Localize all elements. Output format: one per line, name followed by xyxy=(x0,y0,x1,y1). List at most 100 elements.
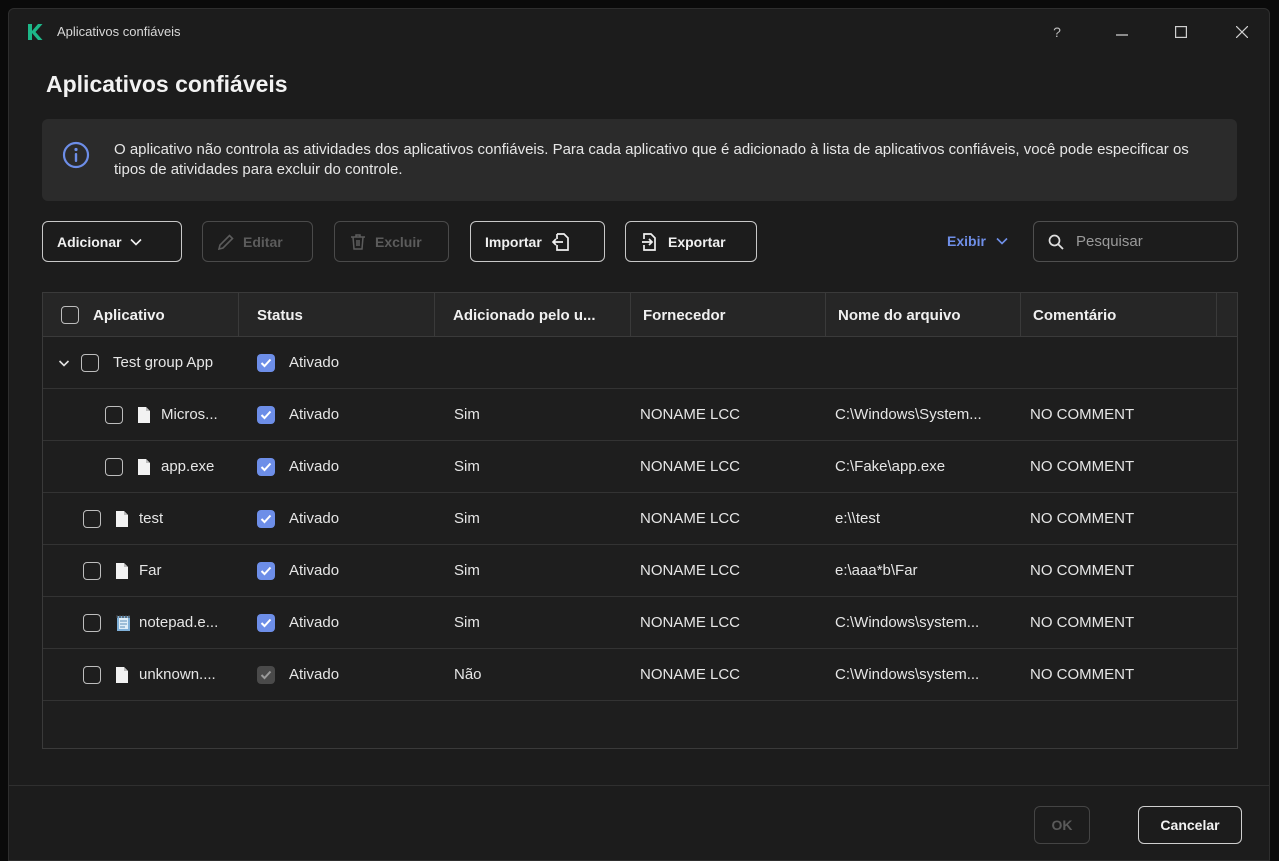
status-checkbox[interactable] xyxy=(257,561,275,580)
vendor: NONAME LCC xyxy=(640,562,741,579)
row-checkbox[interactable] xyxy=(83,613,101,632)
status-text: Ativado xyxy=(289,354,340,371)
title-bar: Aplicativos confiáveis ? xyxy=(9,9,1269,53)
app-name: notepad.e... xyxy=(139,614,219,631)
table-row[interactable]: Far Ativado Sim NONAME LCC e:\aaa*b\Far NO CO… xyxy=(43,545,1237,597)
status-checkbox[interactable] xyxy=(257,353,275,372)
page-title: Aplicativos confiáveis xyxy=(46,71,288,97)
search-input[interactable] xyxy=(1076,233,1216,250)
file-name: e:\aaa*b\Far xyxy=(835,562,918,579)
file-icon xyxy=(115,666,129,684)
row-checkbox[interactable] xyxy=(105,405,123,424)
added-by-user: Não xyxy=(454,666,482,683)
add-button-label: Adicionar xyxy=(57,233,122,250)
vendor: NONAME LCC xyxy=(640,510,741,527)
status-checkbox[interactable] xyxy=(257,405,275,424)
close-button[interactable] xyxy=(1222,17,1262,47)
column-header-comment[interactable]: Comentário xyxy=(1021,293,1217,337)
dialog-window: Aplicativos confiáveis ? Aplicativos con… xyxy=(8,8,1270,861)
column-header-label: Fornecedor xyxy=(643,306,726,324)
vendor: NONAME LCC xyxy=(640,666,741,683)
column-header-application[interactable]: Aplicativo xyxy=(43,293,239,337)
search-icon xyxy=(1048,234,1064,250)
edit-button-label: Editar xyxy=(243,233,283,250)
app-name: test xyxy=(139,510,164,527)
cancel-button-label: Cancelar xyxy=(1160,817,1220,833)
added-by-user: Sim xyxy=(454,406,480,423)
vendor: NONAME LCC xyxy=(640,406,741,423)
table-row-group[interactable]: Test group App Ativado xyxy=(43,337,1237,389)
view-label: Exibir xyxy=(947,233,986,249)
status-checkbox[interactable] xyxy=(257,457,275,476)
view-dropdown[interactable]: Exibir xyxy=(947,233,1008,249)
ok-button[interactable]: OK xyxy=(1034,806,1090,844)
export-button[interactable]: Exportar xyxy=(625,221,757,262)
trash-icon xyxy=(351,233,365,250)
table-row[interactable]: Micros... Ativado Sim NONAME LCC C:\Windows\… xyxy=(43,389,1237,441)
row-checkbox[interactable] xyxy=(83,665,101,684)
cancel-button[interactable]: Cancelar xyxy=(1138,806,1242,844)
checkmark-icon xyxy=(260,670,272,679)
column-header-added-by-user[interactable]: Adicionado pelo u... xyxy=(435,293,631,337)
checkmark-icon xyxy=(260,462,272,471)
table-header: Aplicativo Status Adicionado pelo u... F… xyxy=(43,293,1237,337)
comment: NO COMMENT xyxy=(1030,562,1135,579)
row-checkbox[interactable] xyxy=(83,561,101,580)
file-name: C:\Windows\system... xyxy=(835,614,980,631)
add-button[interactable]: Adicionar xyxy=(42,221,182,262)
vendor: NONAME LCC xyxy=(640,614,741,631)
table-row[interactable]: unknown.... Ativado Não NONAME LCC C:\Window… xyxy=(43,649,1237,701)
table-row[interactable]: test Ativado Sim NONAME LCC e:\\test NO COMME… xyxy=(43,493,1237,545)
maximize-icon xyxy=(1175,26,1187,38)
group-name: Test group App xyxy=(113,354,214,371)
table-row[interactable]: notepad.e... Ativado Sim NONAME LCC C:\Windo… xyxy=(43,597,1237,649)
info-banner: O aplicativo não controla as atividades … xyxy=(42,119,1237,201)
minimize-icon xyxy=(1116,34,1128,36)
column-header-status[interactable]: Status xyxy=(239,293,435,337)
row-checkbox[interactable] xyxy=(81,353,99,372)
app-name: unknown.... xyxy=(139,666,216,683)
app-name: Micros... xyxy=(161,406,218,423)
table-row[interactable]: app.exe Ativado Sim NONAME LCC C:\Fake\app.e… xyxy=(43,441,1237,493)
comment: NO COMMENT xyxy=(1030,510,1135,527)
maximize-button[interactable] xyxy=(1161,17,1201,47)
import-button[interactable]: Importar xyxy=(470,221,605,262)
edit-button[interactable]: Editar xyxy=(202,221,313,262)
delete-button[interactable]: Excluir xyxy=(334,221,449,262)
column-header-file-name[interactable]: Nome do arquivo xyxy=(826,293,1021,337)
file-icon xyxy=(137,406,151,424)
column-header-label: Status xyxy=(257,306,303,324)
added-by-user: Sim xyxy=(454,510,480,527)
status-checkbox[interactable] xyxy=(257,509,275,528)
help-icon: ? xyxy=(1053,24,1061,40)
notepad-icon xyxy=(115,614,130,632)
status-text: Ativado xyxy=(289,406,340,423)
chevron-down-icon[interactable] xyxy=(57,356,71,370)
minimize-button[interactable] xyxy=(1102,17,1142,47)
vendor: NONAME LCC xyxy=(640,458,741,475)
select-all-checkbox[interactable] xyxy=(61,306,79,324)
chevron-down-icon xyxy=(996,237,1008,245)
export-icon xyxy=(642,232,656,251)
status-checkbox[interactable] xyxy=(257,665,275,684)
checkmark-icon xyxy=(260,410,272,419)
import-icon xyxy=(551,232,569,251)
comment: NO COMMENT xyxy=(1030,406,1135,423)
row-checkbox[interactable] xyxy=(83,509,101,528)
help-button[interactable]: ? xyxy=(1037,17,1077,47)
file-name: C:\Windows\System... xyxy=(835,406,982,423)
ok-button-label: OK xyxy=(1051,817,1073,833)
column-header-vendor[interactable]: Fornecedor xyxy=(631,293,826,337)
window-title: Aplicativos confiáveis xyxy=(57,24,181,39)
search-box[interactable] xyxy=(1033,221,1238,262)
kaspersky-logo-icon xyxy=(28,24,43,40)
status-checkbox[interactable] xyxy=(257,613,275,632)
row-checkbox[interactable] xyxy=(105,457,123,476)
added-by-user: Sim xyxy=(454,614,480,631)
export-button-label: Exportar xyxy=(668,233,726,250)
checkmark-icon xyxy=(260,358,272,367)
status-text: Ativado xyxy=(289,666,340,683)
column-header-label: Adicionado pelo u... xyxy=(453,306,596,324)
close-icon xyxy=(1236,26,1248,38)
checkmark-icon xyxy=(260,618,272,627)
